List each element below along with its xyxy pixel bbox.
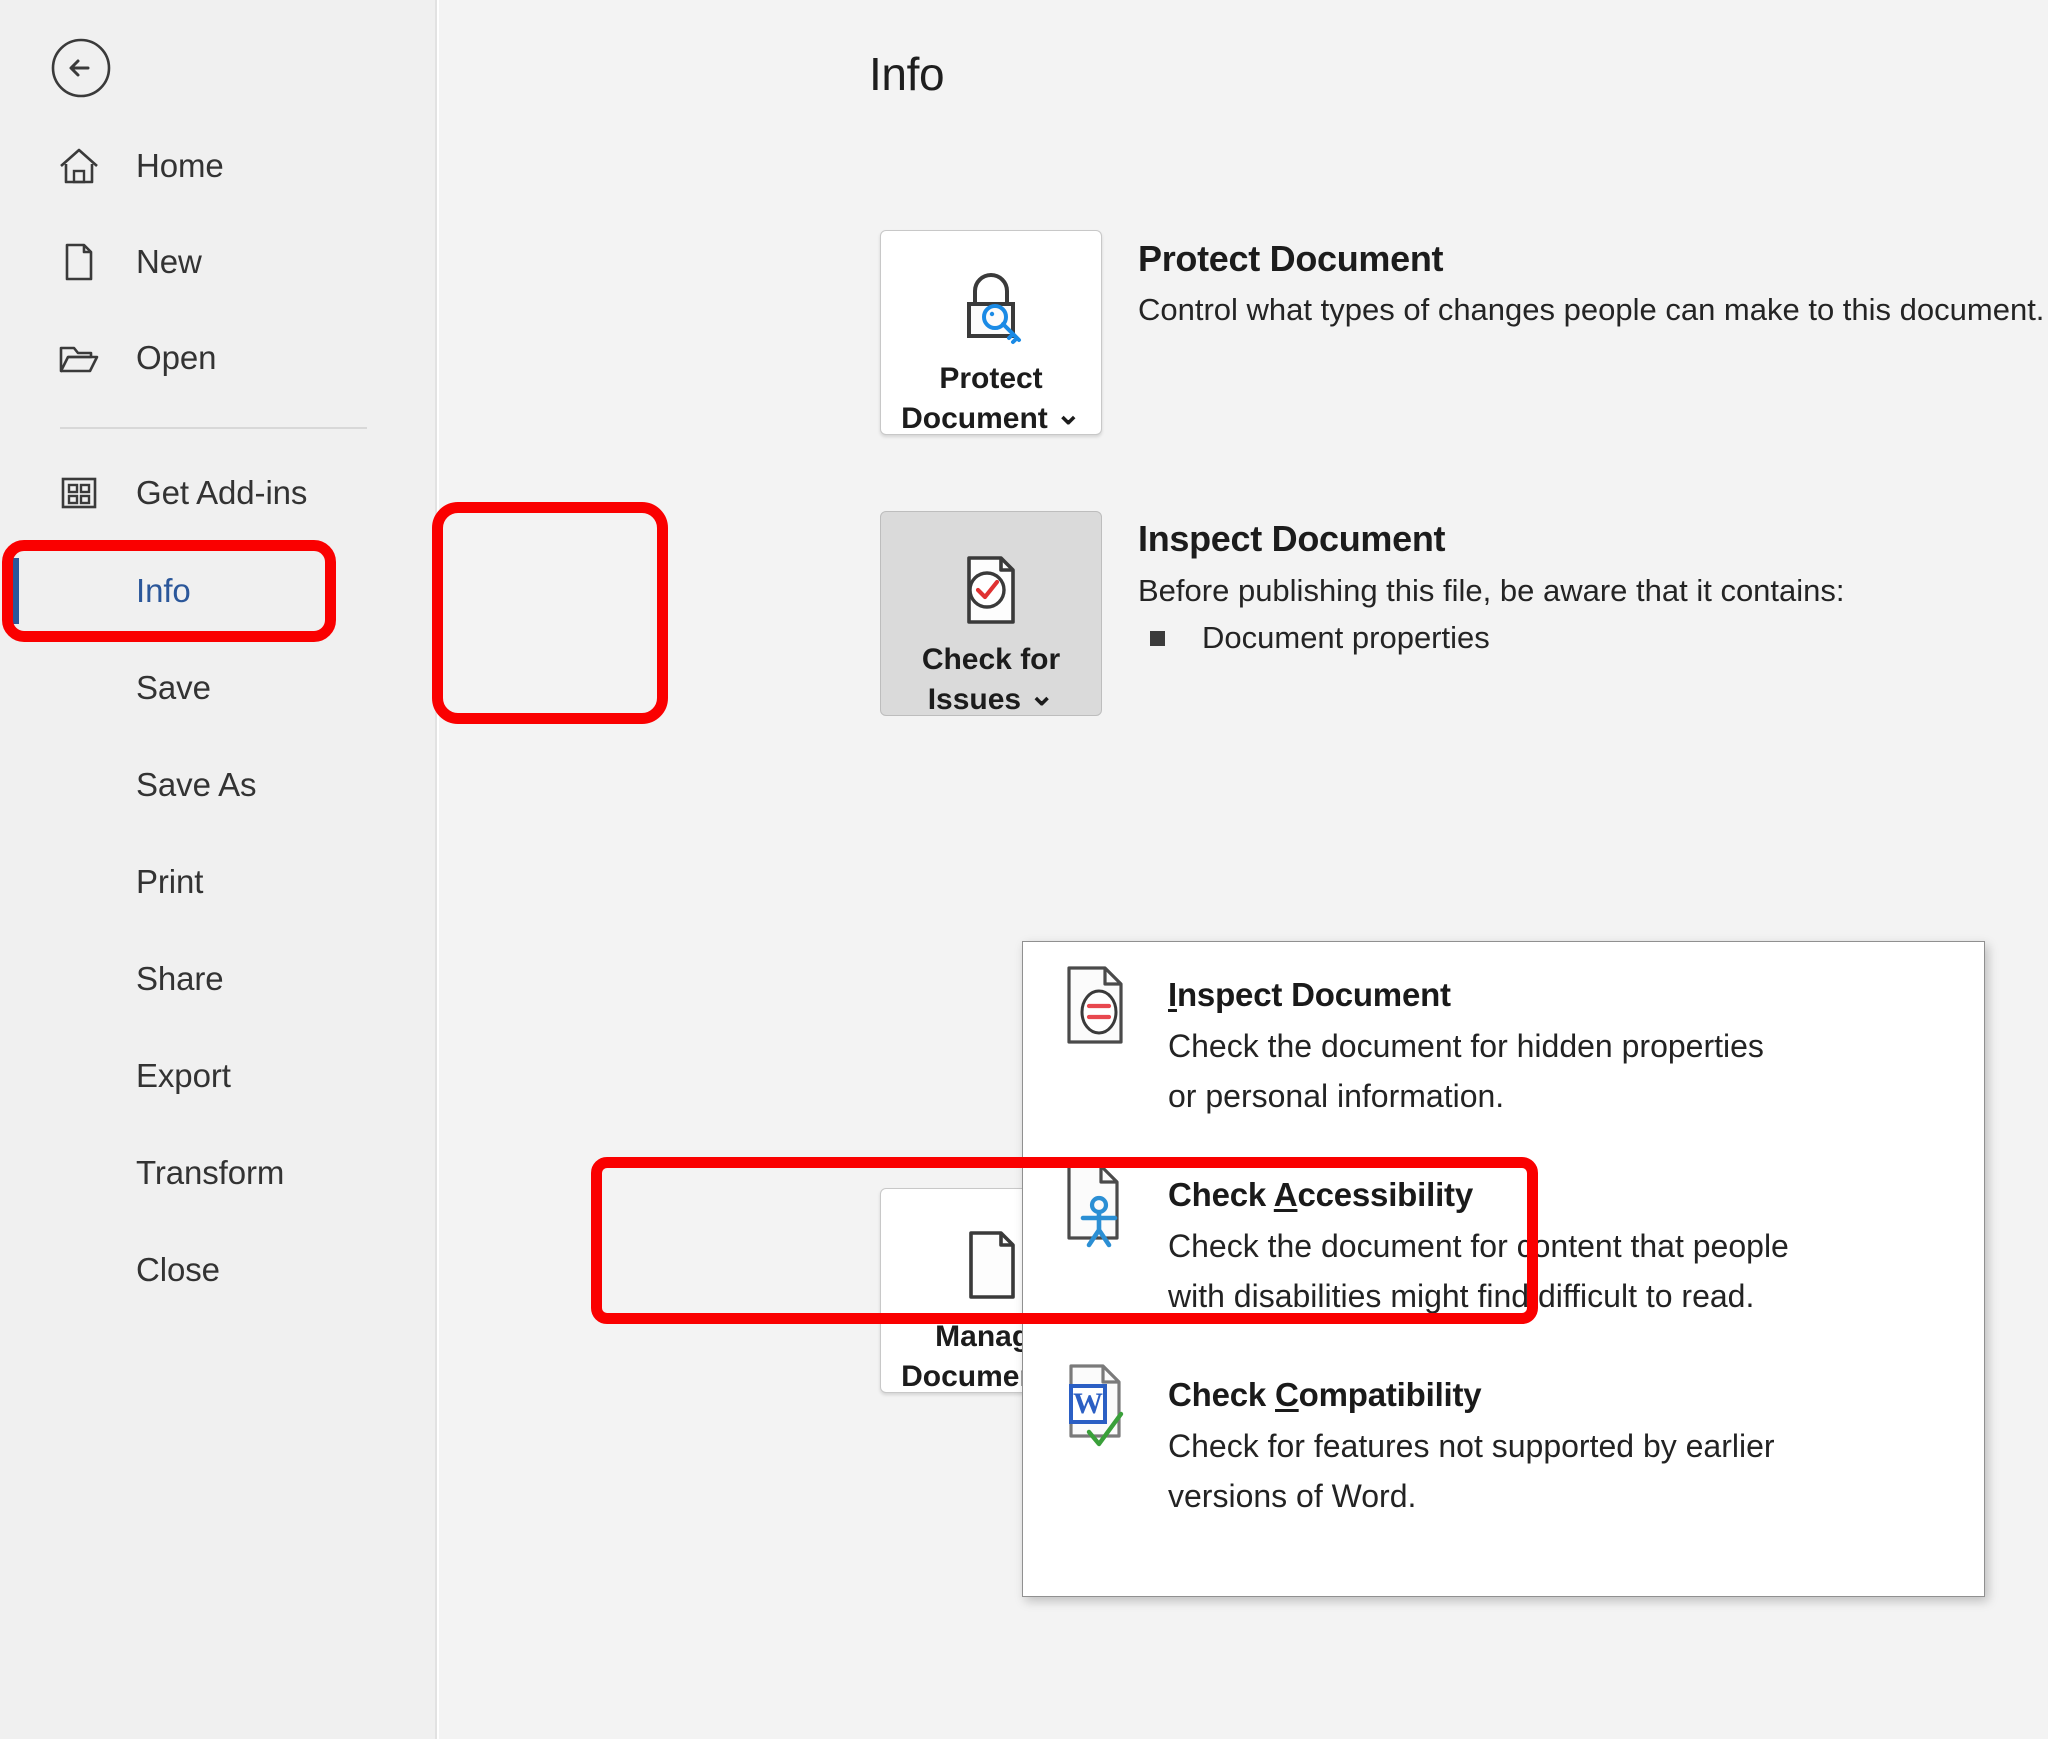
sidebar-item-label: Open [136, 339, 217, 376]
menu-item-description: Check for features not supported by earl… [1168, 1428, 1775, 1514]
accessibility-icon [1055, 1160, 1141, 1252]
inspect-document-icon [1055, 960, 1141, 1052]
menu-item-title: Check Accessibility [1168, 1176, 1473, 1213]
menu-item-body: Inspect Document Check the document for … [1168, 976, 1764, 1121]
protect-document-button[interactable]: Protect Document ⌄ [880, 230, 1102, 435]
sidebar-item-export[interactable]: Export [0, 1045, 437, 1107]
sidebar-item-save[interactable]: Save [0, 657, 437, 719]
sidebar-item-label: New [136, 243, 202, 280]
sidebar-item-transform[interactable]: Transform [0, 1142, 437, 1204]
sidebar-item-label: Save [136, 669, 211, 706]
check-for-issues-label: Check for Issues ⌄ [921, 643, 1061, 716]
protect-document-label: Protect Document ⌄ [901, 362, 1081, 435]
menu-item-inspect-document[interactable]: Inspect Document Check the document for … [1023, 960, 1984, 1160]
protect-document-description: Control what types of changes people can… [1138, 292, 2045, 327]
sidebar-item-label: Info [136, 572, 191, 609]
check-for-issues-button[interactable]: Check for Issues ⌄ [880, 511, 1102, 716]
word-backstage-info-screen: Home New Open Get Add-ins Info Save Save… [0, 0, 2048, 1739]
sidebar-item-label: Home [136, 147, 224, 184]
sidebar-item-info[interactable]: Info [0, 558, 437, 624]
sidebar-item-share[interactable]: Share [0, 948, 437, 1010]
document-check-icon [945, 546, 1037, 634]
page-title: Info [869, 48, 945, 100]
folder-icon [56, 335, 102, 381]
info-main-pane: Info Protect Document ⌄ Protect Document … [439, 0, 2048, 1739]
sidebar-item-print[interactable]: Print [0, 851, 437, 913]
sidebar-item-label: Transform [136, 1154, 285, 1191]
sidebar-item-save-as[interactable]: Save As [0, 754, 437, 816]
sidebar-item-open[interactable]: Open [0, 327, 437, 389]
menu-item-description: Check the document for content that peop… [1168, 1228, 1789, 1314]
sidebar-item-label: Export [136, 1057, 231, 1094]
backstage-sidebar: Home New Open Get Add-ins Info Save Save… [0, 0, 437, 1739]
home-icon [56, 143, 102, 189]
sidebar-divider [60, 427, 367, 429]
menu-item-title: Check Compatibility [1168, 1376, 1482, 1413]
word-compatibility-icon: W [1055, 1360, 1141, 1452]
protect-document-heading: Protect Document [1138, 238, 1444, 279]
menu-item-description: Check the document for hidden properties… [1168, 1028, 1764, 1114]
page-icon [56, 239, 102, 285]
bullet-text: Document properties [1202, 620, 1490, 655]
sidebar-item-home[interactable]: Home [0, 135, 437, 197]
sidebar-item-label: Close [136, 1251, 220, 1288]
sidebar-item-new[interactable]: New [0, 231, 437, 293]
menu-item-body: Check Accessibility Check the document f… [1168, 1176, 1789, 1321]
grid-icon [56, 470, 102, 516]
sidebar-item-close[interactable]: Close [0, 1239, 437, 1301]
lock-key-icon [945, 265, 1037, 353]
back-arrow-icon[interactable] [50, 37, 112, 99]
active-indicator-bar [12, 558, 19, 624]
menu-item-check-accessibility[interactable]: Check Accessibility Check the document f… [1023, 1160, 1984, 1360]
menu-item-title: Inspect Document [1168, 976, 1451, 1013]
bullet-square-icon [1150, 630, 1165, 646]
sidebar-item-label: Share [136, 960, 224, 997]
svg-text:W: W [1073, 1387, 1103, 1420]
check-for-issues-dropdown-menu: Inspect Document Check the document for … [1022, 941, 1985, 1597]
sidebar-item-label: Get Add-ins [136, 474, 308, 511]
chevron-down-icon: ⌄ [1029, 679, 1055, 712]
inspect-document-bullet: Document properties [1150, 620, 1490, 656]
sidebar-item-label: Save As [136, 766, 257, 803]
sidebar-item-get-add-ins[interactable]: Get Add-ins [0, 462, 437, 524]
chevron-down-icon: ⌄ [1055, 398, 1081, 431]
menu-item-check-compatibility[interactable]: W Check Compatibility Check for features… [1023, 1360, 1984, 1568]
inspect-document-description: Before publishing this file, be aware th… [1138, 573, 1845, 608]
sidebar-item-label: Print [136, 863, 204, 900]
menu-item-body: Check Compatibility Check for features n… [1168, 1376, 1775, 1521]
inspect-document-heading: Inspect Document [1138, 518, 1446, 559]
